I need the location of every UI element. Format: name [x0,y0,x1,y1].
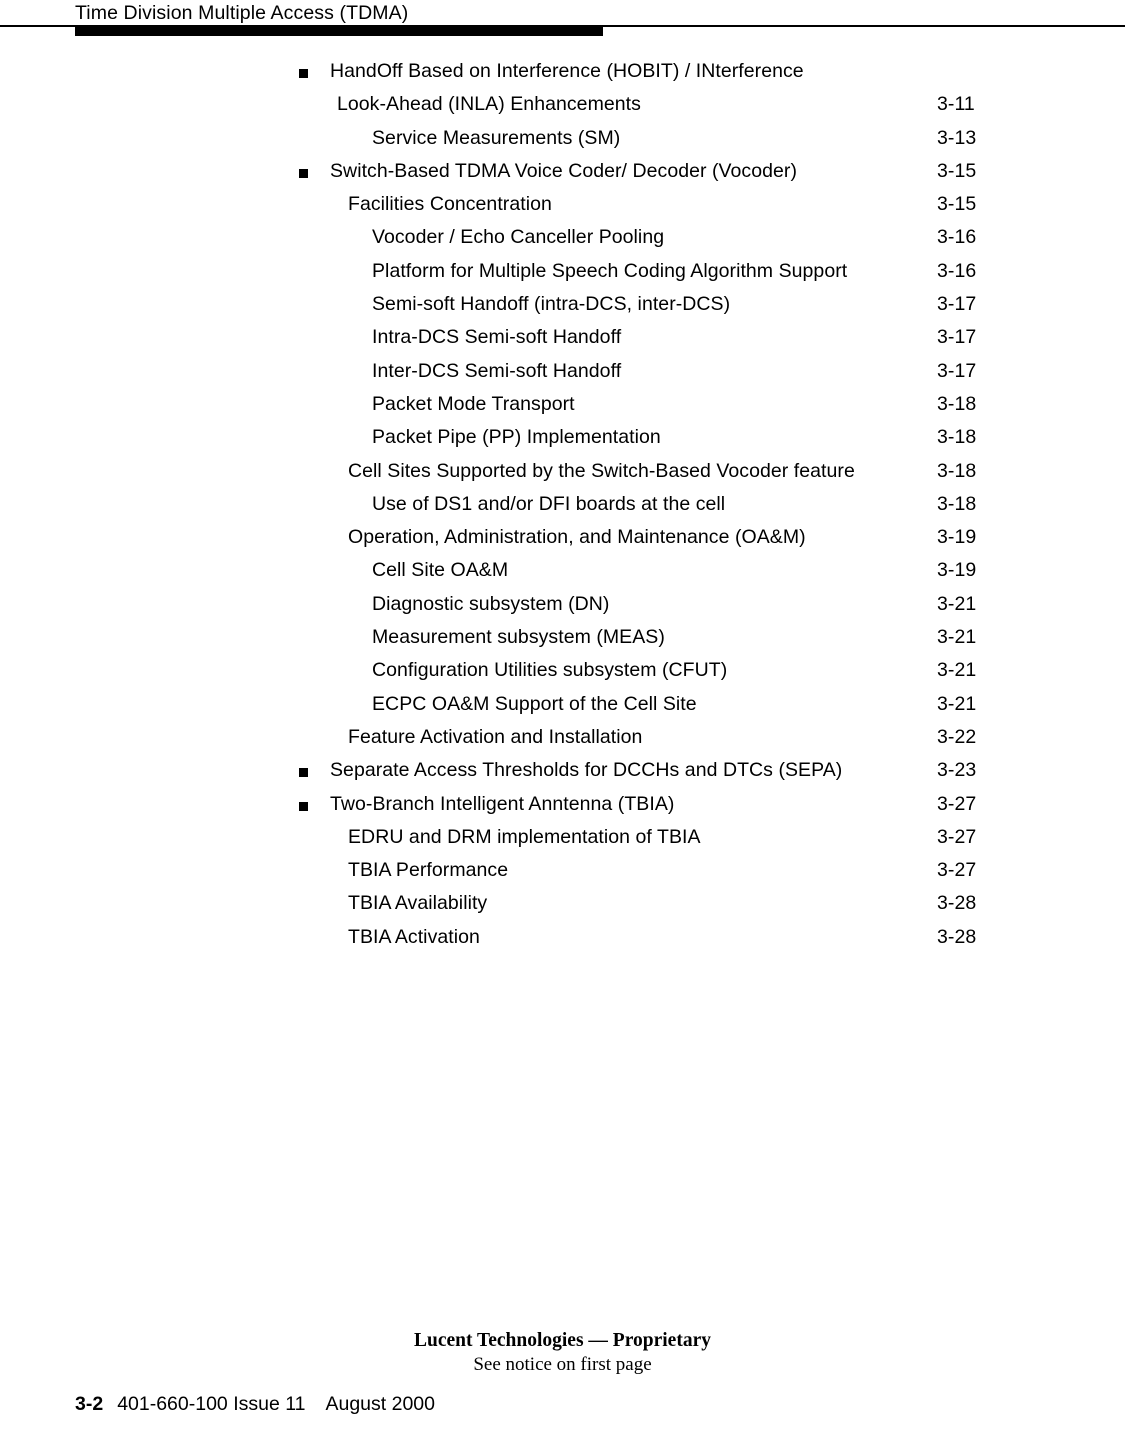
toc-entry[interactable]: Service Measurements (SM) 3-13 [0,122,1125,155]
toc-entry-label: Configuration Utilities subsystem (CFUT) [372,659,728,682]
toc-entry-page-number: 3-18 [937,459,977,482]
toc-entry-label: TBIA Performance [348,859,509,882]
toc-entry[interactable]: Operation, Administration, and Maintenan… [0,521,1125,554]
toc-entry-label: Operation, Administration, and Maintenan… [348,526,806,549]
toc-entry[interactable]: Cell Sites Supported by the Switch-Based… [0,455,1125,488]
running-head-title: Time Division Multiple Access (TDMA) [75,2,409,24]
bullet-square-icon [299,768,308,778]
toc-entry-label: Intra-DCS Semi-soft Handoff [372,326,622,349]
toc-entry-label: Semi-soft Handoff (intra-DCS, inter-DCS) [372,293,731,316]
toc-entry-page-number: 3-21 [937,592,977,615]
toc-entry-page-number: 3-21 [937,626,977,649]
toc-entry-page-number: 3-17 [937,359,977,382]
toc-entry-page-number: 3-21 [937,659,977,682]
toc-entry[interactable]: Configuration Utilities subsystem (CFUT)… [0,654,1125,687]
toc-entry-label: Packet Mode Transport [372,392,575,415]
toc-entry-page-number: 3-18 [937,426,977,449]
toc-entry-page-number: 3-27 [937,825,977,848]
toc-entry-label: Cell Site OA&M [372,559,509,582]
toc-entry-label: TBIA Activation [348,925,480,948]
toc-entry-label: TBIA Availability [348,892,488,915]
footer-identification-bar: 3-2 401-660-100 Issue 11 August 2000 [75,1392,435,1416]
toc-entry-page-number: 3-16 [937,259,977,282]
bullet-square-icon [299,168,308,178]
toc-entry-label: Feature Activation and Installation [348,725,643,748]
toc-entry-page-number: 3-22 [937,725,977,748]
toc-entry[interactable]: Intra-DCS Semi-soft Handoff 3-17 [0,321,1125,354]
document-page: Time Division Multiple Access (TDMA) Han… [0,0,1125,1430]
toc-entry[interactable]: Look-Ahead (INLA) Enhancements 3-11 [0,88,1125,121]
toc-entry[interactable]: Cell Site OA&M 3-19 [0,554,1125,587]
footer-document-id: 401-660-100 Issue 11 [117,1393,306,1415]
toc-entry-page-number: 3-27 [937,859,977,882]
toc-entry-page-number: 3-28 [937,925,977,948]
toc-entry[interactable]: Vocoder / Echo Canceller Pooling 3-16 [0,221,1125,254]
toc-entry-page-number: 3-17 [937,293,977,316]
bullet-square-icon [299,801,308,811]
toc-entry[interactable]: Semi-soft Handoff (intra-DCS, inter-DCS)… [0,288,1125,321]
toc-entry-label: Diagnostic subsystem (DN) [372,592,610,615]
toc-entry-page-number: 3-21 [937,692,977,715]
toc-entry-page-number: 3-19 [937,526,977,549]
toc-entry-page-number: 3-13 [937,126,977,149]
bullet-square-icon [299,69,308,78]
footer-notice-line-1: Lucent Technologies — Proprietary [413,1330,711,1351]
footer-proprietary-notice: Lucent Technologies — Proprietary See no… [0,1329,1125,1376]
footer-notice-line-2: See notice on first page [473,1354,652,1375]
toc-entry-page-number: 3-16 [937,226,977,249]
toc-entry-page-number: 3-11 [937,93,975,116]
toc-entry[interactable]: Two-Branch Intelligent Anntenna (TBIA) 3-… [0,788,1125,821]
toc-entry-page-number: 3-28 [937,892,977,915]
toc-entry[interactable]: Packet Mode Transport 3-18 [0,388,1125,421]
toc-entry-page-number: 3-18 [937,392,977,415]
toc-entry[interactable]: Facilities Concentration 3-15 [0,188,1125,221]
toc-entry-label: Measurement subsystem (MEAS) [372,626,665,649]
toc-entry-label: Vocoder / Echo Canceller Pooling [372,226,665,249]
toc-entry[interactable]: Separate Access Thresholds for DCCHs and… [0,754,1125,787]
toc-entry-label: Switch-Based TDMA Voice Coder/ Decoder (… [330,159,798,182]
toc-entry-label: HandOff Based on Interference (HOBIT) / … [330,60,804,82]
header-chapter-tab [75,27,603,36]
toc-entry-label: Packet Pipe (PP) Implementation [372,426,661,449]
table-of-contents: HandOff Based on Interference (HOBIT) / … [0,55,1125,954]
footer-date: August 2000 [325,1393,435,1415]
toc-entry[interactable]: Measurement subsystem (MEAS) 3-21 [0,621,1125,654]
toc-entry-label: Service Measurements (SM) [372,126,621,149]
toc-entry[interactable]: Packet Pipe (PP) Implementation 3-18 [0,421,1125,454]
toc-entry-page-number: 3-18 [937,492,977,515]
toc-entry-label: Cell Sites Supported by the Switch-Based… [348,459,855,482]
toc-entry-label: Look-Ahead (INLA) Enhancements [337,93,641,116]
toc-entry[interactable]: Inter-DCS Semi-soft Handoff 3-17 [0,355,1125,388]
toc-entry-page-number: 3-15 [937,193,977,216]
toc-entry[interactable]: TBIA Activation 3-28 [0,921,1125,954]
toc-entry-page-number: 3-27 [937,792,977,815]
toc-entry[interactable]: ECPC OA&M Support of the Cell Site 3-21 [0,688,1125,721]
toc-entry[interactable]: Use of DS1 and/or DFI boards at the cell… [0,488,1125,521]
toc-entry[interactable]: Switch-Based TDMA Voice Coder/ Decoder (… [0,155,1125,188]
toc-entry[interactable]: HandOff Based on Interference (HOBIT) / … [0,55,1125,88]
toc-entry[interactable]: TBIA Performance 3-27 [0,854,1125,887]
toc-entry-label: Use of DS1 and/or DFI boards at the cell [372,492,726,515]
toc-entry[interactable]: TBIA Availability 3-28 [0,887,1125,920]
toc-entry-page-number: 3-17 [937,326,977,349]
toc-entry-label: ECPC OA&M Support of the Cell Site [372,692,697,715]
toc-entry[interactable]: EDRU and DRM implementation of TBIA 3-27 [0,821,1125,854]
toc-entry-page-number: 3-15 [937,159,977,182]
toc-entry-label: Two-Branch Intelligent Anntenna (TBIA) [330,792,675,815]
toc-entry-page-number: 3-23 [937,759,977,782]
toc-entry[interactable]: Platform for Multiple Speech Coding Algo… [0,255,1125,288]
toc-entry-label: Facilities Concentration [348,193,552,216]
toc-entry-label: Platform for Multiple Speech Coding Algo… [372,259,848,282]
toc-entry[interactable]: Feature Activation and Installation 3-22 [0,721,1125,754]
toc-entry-label: Separate Access Thresholds for DCCHs and… [330,759,843,782]
toc-entry-label: EDRU and DRM implementation of TBIA [348,825,701,848]
toc-entry-page-number: 3-19 [937,559,977,582]
toc-entry-label: Inter-DCS Semi-soft Handoff [372,359,622,382]
footer-page-number: 3-2 [75,1393,104,1415]
toc-entry[interactable]: Diagnostic subsystem (DN) 3-21 [0,588,1125,621]
